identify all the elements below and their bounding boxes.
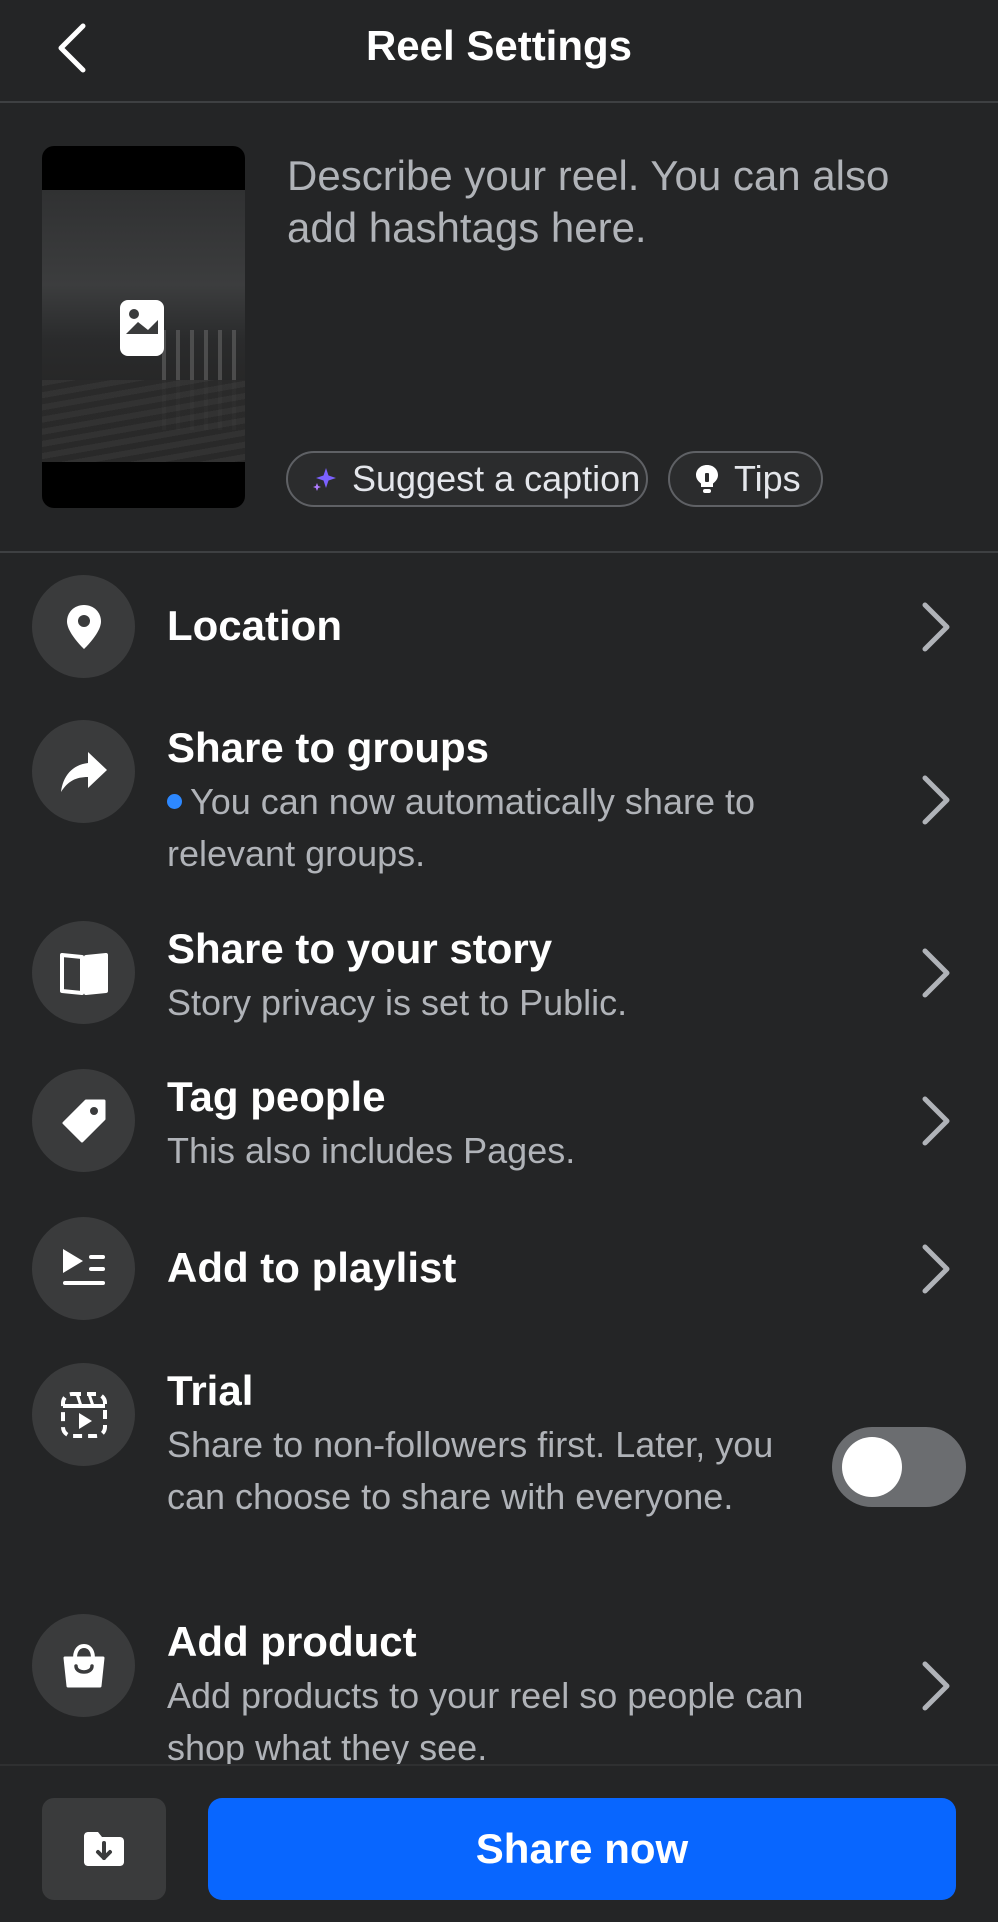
chevron-right-icon <box>916 597 956 657</box>
setting-title: Share to your story <box>167 925 553 972</box>
trial-toggle[interactable] <box>832 1427 966 1507</box>
suggest-caption-label: Suggest a caption <box>352 458 641 499</box>
setting-add-product[interactable]: Add product Add products to your reel so… <box>0 1614 998 1764</box>
product-icon-container <box>32 1614 135 1717</box>
share-now-button[interactable]: Share now <box>208 1798 956 1900</box>
new-indicator-dot <box>167 793 182 809</box>
tag-icon-container <box>32 1069 135 1172</box>
setting-title: Add product <box>167 1618 417 1665</box>
tips-label: Tips <box>734 458 801 499</box>
suggest-caption-button[interactable]: Suggest a caption <box>286 451 648 507</box>
setting-share-to-groups[interactable]: Share to groups You can now automaticall… <box>0 720 998 880</box>
setting-title: Location <box>167 602 342 649</box>
setting-subtitle: You can now automatically share to relev… <box>167 776 817 880</box>
setting-subtitle: This also includes Pages. <box>167 1130 576 1171</box>
setting-share-to-story[interactable]: Share to your story Story privacy is set… <box>0 921 998 1031</box>
header: Reel Settings <box>0 0 998 102</box>
chevron-right-icon <box>916 770 956 830</box>
save-draft-button[interactable] <box>42 1798 166 1900</box>
bottom-action-bar: Share now <box>0 1764 998 1922</box>
story-icon-container <box>32 921 135 1024</box>
shopping-bag-icon <box>63 1643 104 1687</box>
reel-thumbnail[interactable] <box>42 146 245 508</box>
page-title: Reel Settings <box>365 22 633 69</box>
toggle-knob <box>842 1437 902 1497</box>
lightbulb-icon <box>694 464 720 494</box>
chevron-right-icon <box>916 1091 956 1151</box>
thumbnail-deck <box>42 380 245 462</box>
sparkle-icon <box>312 466 338 492</box>
save-draft-icon <box>84 1832 124 1866</box>
setting-title: Tag people <box>167 1073 386 1120</box>
setting-subtitle: Story privacy is set to Public. <box>167 982 628 1023</box>
setting-subtitle-text: You can now automatically share to relev… <box>167 781 756 874</box>
setting-title: Add to playlist <box>167 1244 457 1291</box>
tag-icon <box>62 1099 105 1142</box>
composer-divider <box>0 551 998 553</box>
chevron-right-icon <box>916 943 956 1003</box>
header-divider <box>0 101 998 103</box>
setting-title: Share to groups <box>167 724 490 771</box>
setting-subtitle: Add products to your reel so people can … <box>167 1675 804 1764</box>
setting-location[interactable]: Location <box>0 575 998 685</box>
setting-add-to-playlist[interactable]: Add to playlist <box>0 1217 998 1327</box>
media-icon <box>120 300 164 356</box>
setting-subtitle: Share to non-followers first. Later, you… <box>167 1424 774 1517</box>
share-icon-container <box>32 720 135 823</box>
trial-reel-icon <box>60 1391 107 1438</box>
setting-title: Trial <box>167 1367 254 1414</box>
playlist-icon <box>62 1248 105 1285</box>
book-icon <box>59 952 108 995</box>
playlist-icon-container <box>32 1217 135 1320</box>
caption-input[interactable]: Describe your reel. You can also add has… <box>287 150 967 254</box>
chevron-right-icon <box>916 1239 956 1299</box>
share-arrow-icon <box>60 751 107 792</box>
tips-button[interactable]: Tips <box>668 451 823 507</box>
location-pin-icon <box>66 604 101 649</box>
chevron-right-icon <box>916 1656 956 1716</box>
location-icon-container <box>32 575 135 678</box>
setting-tag-people[interactable]: Tag people This also includes Pages. <box>0 1069 998 1179</box>
trial-icon-container <box>32 1363 135 1466</box>
